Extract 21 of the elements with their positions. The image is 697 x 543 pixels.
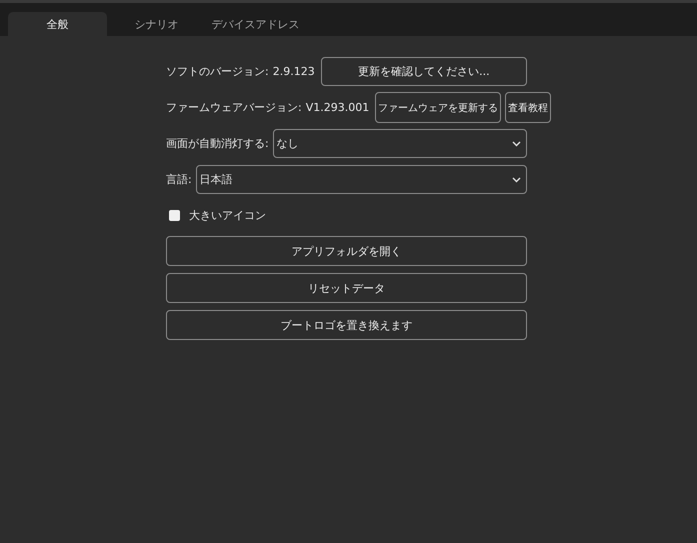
firmware-button[interactable]: 査看教程 xyxy=(505,92,552,123)
dropdown[interactable]: なし xyxy=(272,129,527,158)
firmware-version-value: V1.293.001 xyxy=(306,101,370,114)
checkbox[interactable] xyxy=(169,210,180,220)
check-update-button[interactable]: 更新を確認してください... xyxy=(320,57,527,86)
tab[interactable]: 全般 xyxy=(8,12,107,36)
tab[interactable]: シナリオ xyxy=(107,12,206,36)
software-version-value: 2.9.123 xyxy=(272,65,315,78)
software-version-label: ソフトのバージョン: xyxy=(166,64,269,79)
chevron-down-icon xyxy=(512,140,521,146)
action-button[interactable]: アプリフォルダを開く xyxy=(166,236,527,266)
chevron-down-icon xyxy=(512,176,521,182)
select-label: 言語: xyxy=(166,172,192,187)
select-label: 画面が自動消灯する: xyxy=(166,136,269,151)
action-button[interactable]: ブートロゴを置き換えます xyxy=(166,310,527,340)
dropdown[interactable]: 日本語 xyxy=(196,165,527,194)
checkbox-label: 大きいアイコン xyxy=(189,208,266,222)
firmware-version-label: ファームウェアバージョン: xyxy=(166,100,302,115)
firmware-button[interactable]: ファームウェアを更新する xyxy=(375,92,502,123)
tab[interactable]: デバイスアドレス xyxy=(206,12,305,36)
action-button[interactable]: リセットデータ xyxy=(166,273,527,303)
